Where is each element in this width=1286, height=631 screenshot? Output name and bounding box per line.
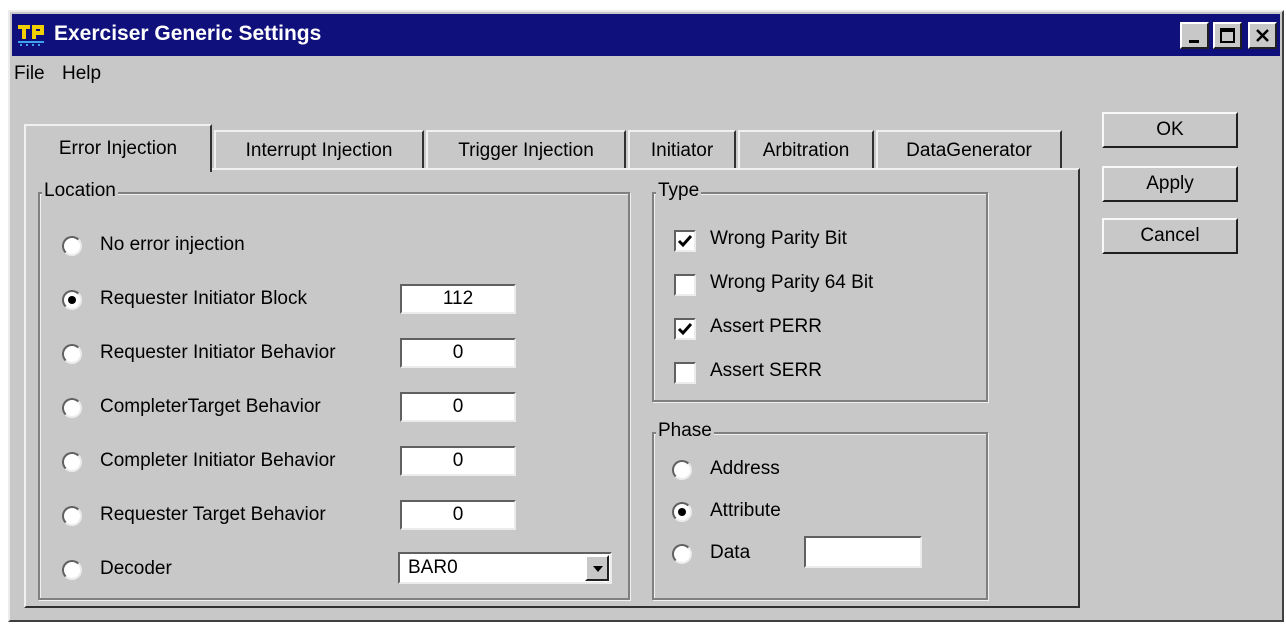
app-icon xyxy=(16,23,46,47)
radio-none[interactable] xyxy=(62,236,82,256)
data-phase-field[interactable] xyxy=(804,536,922,568)
radio-data[interactable] xyxy=(672,544,692,564)
decoder-select-value: BAR0 xyxy=(408,557,458,578)
menu-help[interactable]: Help xyxy=(62,63,101,85)
location-option-none[interactable]: No error injection xyxy=(40,232,620,262)
location-option-completer-init-behavior[interactable]: Completer Initiator Behavior 0 xyxy=(40,446,620,478)
location-group-label: Location xyxy=(42,180,118,202)
tab-trigger-injection[interactable]: Trigger Injection xyxy=(426,130,626,170)
req-init-block-field[interactable]: 112 xyxy=(400,284,516,314)
chevron-down-icon xyxy=(593,566,603,572)
type-group-label: Type xyxy=(656,180,702,202)
tab-panel-error-injection: Location No error injection Requester In… xyxy=(24,168,1080,608)
type-group: Type Wrong Parity Bit Wrong Parity 64 Bi… xyxy=(652,180,988,402)
phase-group: Phase Address Attribute Data xyxy=(652,420,988,600)
settings-window: Exerciser Generic Settings File Help Err… xyxy=(8,10,1284,622)
checkbox-assert-perr[interactable] xyxy=(674,318,696,340)
radio-none-label: No error injection xyxy=(100,234,245,255)
radio-attribute[interactable] xyxy=(672,502,692,522)
type-option-assert-perr[interactable]: Assert PERR xyxy=(654,314,974,344)
location-option-decoder[interactable]: Decoder BAR0 xyxy=(40,552,620,586)
close-button[interactable] xyxy=(1248,22,1277,49)
minimize-button[interactable] xyxy=(1180,22,1209,49)
type-option-wrong-parity-bit[interactable]: Wrong Parity Bit xyxy=(654,226,974,256)
phase-group-label: Phase xyxy=(656,420,714,442)
radio-address[interactable] xyxy=(672,460,692,480)
completer-target-behavior-field[interactable]: 0 xyxy=(400,392,516,422)
phase-option-data[interactable]: Data xyxy=(654,536,974,570)
radio-decoder[interactable] xyxy=(62,560,82,580)
req-target-behavior-field[interactable]: 0 xyxy=(400,500,516,530)
radio-completer-target-behavior-label: CompleterTarget Behavior xyxy=(100,396,321,417)
radio-decoder-label: Decoder xyxy=(100,558,172,579)
location-group: Location No error injection Requester In… xyxy=(38,180,630,600)
checkbox-wrong-parity-64-label: Wrong Parity 64 Bit xyxy=(710,272,874,293)
phase-option-address[interactable]: Address xyxy=(654,456,974,486)
checkbox-wrong-parity-bit-label: Wrong Parity Bit xyxy=(710,228,847,249)
phase-option-attribute[interactable]: Attribute xyxy=(654,498,974,528)
radio-address-label: Address xyxy=(710,458,780,479)
radio-completer-init-behavior[interactable] xyxy=(62,452,82,472)
tab-interrupt-injection[interactable]: Interrupt Injection xyxy=(214,130,424,170)
tab-error-injection[interactable]: Error Injection xyxy=(24,124,212,172)
checkmark-icon xyxy=(677,323,693,336)
checkmark-icon xyxy=(677,235,693,248)
tab-datagenerator[interactable]: DataGenerator xyxy=(876,130,1062,170)
radio-req-init-behavior-label: Requester Initiator Behavior xyxy=(100,342,336,363)
radio-req-target-behavior-label: Requester Target Behavior xyxy=(100,504,326,525)
menu-bar: File Help xyxy=(12,60,1280,88)
type-option-assert-serr[interactable]: Assert SERR xyxy=(654,358,974,388)
tab-initiator[interactable]: Initiator xyxy=(628,130,736,170)
checkbox-assert-serr[interactable] xyxy=(674,362,696,384)
maximize-icon xyxy=(1220,28,1235,43)
maximize-button[interactable] xyxy=(1213,22,1242,49)
completer-init-behavior-field[interactable]: 0 xyxy=(400,446,516,476)
decoder-select[interactable]: BAR0 xyxy=(398,552,612,584)
radio-completer-init-behavior-label: Completer Initiator Behavior xyxy=(100,450,336,471)
location-option-req-target-behavior[interactable]: Requester Target Behavior 0 xyxy=(40,500,620,532)
type-option-wrong-parity-64[interactable]: Wrong Parity 64 Bit xyxy=(654,270,974,300)
title-bar[interactable]: Exerciser Generic Settings xyxy=(12,14,1280,56)
radio-req-init-block-label: Requester Initiator Block xyxy=(100,288,307,309)
apply-button[interactable]: Apply xyxy=(1102,166,1238,202)
cancel-button[interactable]: Cancel xyxy=(1102,218,1238,254)
menu-file[interactable]: File xyxy=(14,63,45,85)
radio-attribute-label: Attribute xyxy=(710,500,781,521)
radio-req-init-block[interactable] xyxy=(62,290,82,310)
radio-data-label: Data xyxy=(710,542,751,563)
radio-req-init-behavior[interactable] xyxy=(62,344,82,364)
checkbox-assert-perr-label: Assert PERR xyxy=(710,316,822,337)
location-option-req-init-behavior[interactable]: Requester Initiator Behavior 0 xyxy=(40,338,620,370)
checkbox-assert-serr-label: Assert SERR xyxy=(710,360,822,381)
radio-req-target-behavior[interactable] xyxy=(62,506,82,526)
tab-arbitration[interactable]: Arbitration xyxy=(738,130,874,170)
decoder-dropdown-button[interactable] xyxy=(585,555,609,581)
location-option-req-init-block[interactable]: Requester Initiator Block 112 xyxy=(40,284,620,316)
req-init-behavior-field[interactable]: 0 xyxy=(400,338,516,368)
checkbox-wrong-parity-64[interactable] xyxy=(674,274,696,296)
radio-completer-target-behavior[interactable] xyxy=(62,398,82,418)
checkbox-wrong-parity-bit[interactable] xyxy=(674,230,696,252)
window-title: Exerciser Generic Settings xyxy=(54,22,322,45)
radio-selected-dot xyxy=(678,508,686,516)
minimize-icon xyxy=(1189,40,1199,43)
close-icon xyxy=(1256,29,1269,42)
location-option-completer-target-behavior[interactable]: CompleterTarget Behavior 0 xyxy=(40,392,620,424)
radio-selected-dot xyxy=(68,296,76,304)
ok-button[interactable]: OK xyxy=(1102,112,1238,148)
